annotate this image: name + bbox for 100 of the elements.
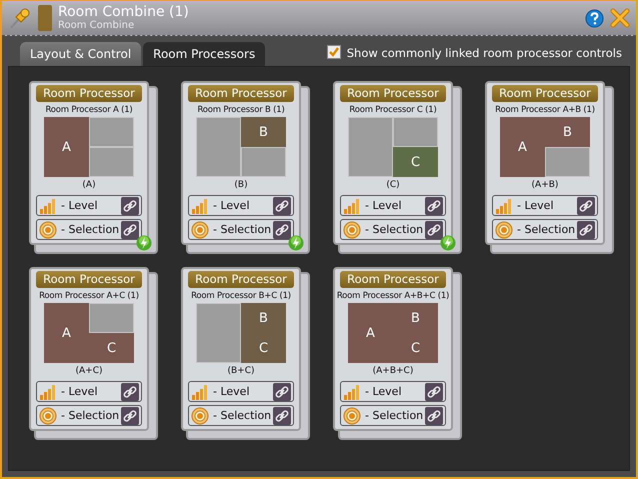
control-label: - Level xyxy=(365,199,403,212)
card-header: Room Processor xyxy=(188,85,294,102)
control-row[interactable]: - Selection xyxy=(340,219,446,240)
control-row[interactable]: - Level xyxy=(340,195,446,216)
zone-label: B xyxy=(411,310,420,326)
control-label: - Level xyxy=(213,385,251,398)
combination-caption: (C) xyxy=(386,180,400,190)
control-row[interactable]: - Level xyxy=(188,195,294,216)
link-icon[interactable] xyxy=(121,196,139,214)
radio-target-icon xyxy=(39,406,57,424)
link-icon[interactable] xyxy=(425,220,443,238)
card-header: Room Processor xyxy=(492,85,598,102)
control-label: - Level xyxy=(365,385,403,398)
control-row[interactable]: - Level xyxy=(36,381,142,402)
control-label: - Level xyxy=(517,199,555,212)
zone-label: B xyxy=(563,124,572,140)
control-row[interactable]: - Level xyxy=(188,381,294,402)
link-icon[interactable] xyxy=(273,196,291,214)
combination-caption: (A+C) xyxy=(75,366,102,376)
level-bars-icon xyxy=(191,198,209,214)
level-bars-icon xyxy=(191,384,209,400)
control-label: - Selection xyxy=(517,223,576,236)
room-processor-card[interactable]: Room Processor Room Processor A+B+C (1) A B C (A+B+C) - Level - Selection xyxy=(333,267,453,431)
link-icon[interactable] xyxy=(273,382,291,400)
zone-label: A xyxy=(518,140,527,154)
checkbox[interactable] xyxy=(326,45,341,59)
control-label: - Level xyxy=(61,199,99,212)
window-subtitle: Room Combine xyxy=(58,20,136,32)
combination-caption: (B+C) xyxy=(227,366,255,376)
card-header: Room Processor xyxy=(36,271,142,288)
control-row[interactable]: - Selection xyxy=(36,405,142,426)
level-bars-icon xyxy=(495,198,513,214)
link-icon[interactable] xyxy=(121,406,139,424)
control-row[interactable]: - Selection xyxy=(36,219,142,240)
control-row[interactable]: - Level xyxy=(492,195,598,216)
control-row[interactable]: - Selection xyxy=(188,219,294,240)
control-label: - Selection xyxy=(61,409,120,422)
link-icon[interactable] xyxy=(425,382,443,400)
control-row[interactable]: - Level xyxy=(36,195,142,216)
radio-target-icon xyxy=(343,406,361,424)
zone-label: C xyxy=(258,340,268,356)
control-row[interactable]: - Selection xyxy=(492,219,598,240)
radio-target-icon xyxy=(39,220,57,238)
radio-target-icon xyxy=(495,220,513,238)
control-label: - Level xyxy=(61,385,99,398)
link-icon[interactable] xyxy=(121,220,139,238)
link-icon[interactable] xyxy=(425,406,443,424)
zone-label: B xyxy=(259,124,268,140)
processor-name: Room Processor A (1) xyxy=(45,105,133,115)
card-header: Room Processor xyxy=(340,85,446,102)
link-icon[interactable] xyxy=(425,196,443,214)
control-label: - Selection xyxy=(213,409,272,422)
zone-label: C xyxy=(106,340,116,356)
radio-target-icon xyxy=(191,220,209,238)
control-label: - Selection xyxy=(365,409,424,422)
checkbox-label: Show commonly linked room processor controls xyxy=(346,46,622,60)
help-icon[interactable] xyxy=(585,8,604,28)
processor-name: Room Processor A+C (1) xyxy=(39,291,139,301)
window-title: Room Combine (1) xyxy=(58,4,190,20)
room-processor-card[interactable]: Room Processor Room Processor B+C (1) B C (B+C) - Level - Selection xyxy=(181,267,301,431)
tab[interactable]: Layout & Control xyxy=(20,42,142,66)
level-bars-icon xyxy=(343,384,361,400)
control-label: - Level xyxy=(213,199,251,212)
pushpin-icon[interactable] xyxy=(8,6,32,30)
processor-name: Room Processor B+C (1) xyxy=(191,291,291,301)
room-processor-card[interactable]: Room Processor Room Processor B (1) B (B) - Level - Selection xyxy=(181,81,301,245)
combination-caption: (A) xyxy=(82,180,96,190)
processor-name: Room Processor C (1) xyxy=(349,105,437,115)
radio-target-icon xyxy=(191,406,209,424)
zone-label: A xyxy=(366,326,375,340)
room-processor-card[interactable]: Room Processor Room Processor C (1) C (C) - Level - Selection xyxy=(333,81,453,245)
control-row[interactable]: - Selection xyxy=(340,405,446,426)
link-icon[interactable] xyxy=(577,196,595,214)
card-header: Room Processor xyxy=(188,271,294,288)
link-icon[interactable] xyxy=(577,220,595,238)
processor-name: Room Processor A+B (1) xyxy=(495,105,595,115)
link-icon[interactable] xyxy=(273,406,291,424)
combination-caption: (A+B) xyxy=(532,180,558,190)
level-bars-icon xyxy=(343,198,361,214)
room-color-swatch xyxy=(38,5,52,31)
combination-caption: (B) xyxy=(234,180,248,190)
control-row[interactable]: - Level xyxy=(340,381,446,402)
processor-name: Room Processor A+B+C (1) xyxy=(336,291,450,301)
room-processor-card[interactable]: Room Processor Room Processor A+B (1) A B (A+B) - Level - Selection xyxy=(485,81,605,245)
tab[interactable]: Room Processors xyxy=(143,42,266,66)
room-processor-card[interactable]: Room Processor Room Processor A (1) A (A) - Level - Selection xyxy=(29,81,149,245)
zone-label: C xyxy=(410,154,420,170)
link-icon[interactable] xyxy=(273,220,291,238)
control-label: - Selection xyxy=(213,223,272,236)
level-bars-icon xyxy=(39,198,57,214)
zone-label: B xyxy=(259,310,268,326)
card-header: Room Processor xyxy=(340,271,446,288)
processor-name: Room Processor B (1) xyxy=(197,105,285,115)
control-row[interactable]: - Selection xyxy=(188,405,294,426)
control-label: - Selection xyxy=(61,223,120,236)
zone-label: A xyxy=(62,326,71,340)
combination-caption: (A+B+C) xyxy=(372,366,414,376)
link-icon[interactable] xyxy=(121,382,139,400)
card-header: Room Processor xyxy=(36,85,142,102)
room-processor-card[interactable]: Room Processor Room Processor A+C (1) A C (A+C) - Level - Selection xyxy=(29,267,149,431)
